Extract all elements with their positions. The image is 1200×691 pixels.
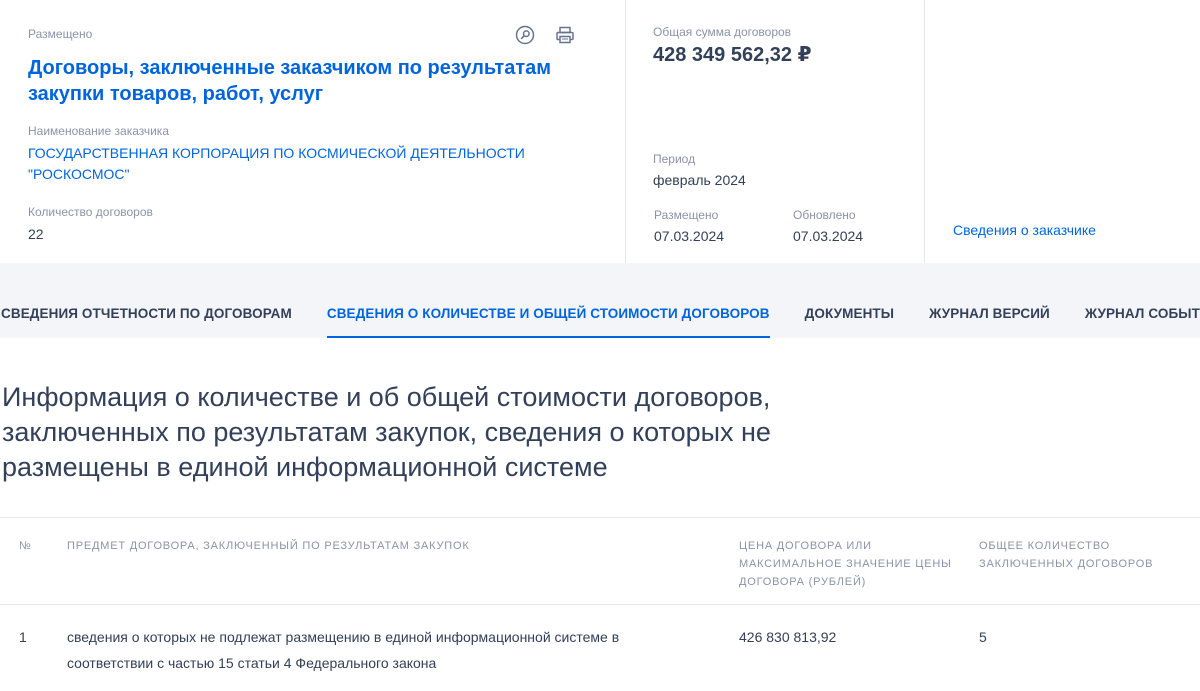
updated-date-label: Обновлено xyxy=(793,208,856,222)
notice-card: Размещено Договоры, заключенные заказчик… xyxy=(0,0,624,263)
tab-documents[interactable]: ДОКУМЕНТЫ xyxy=(805,306,894,338)
total-sum-label: Общая сумма договоров xyxy=(653,25,792,39)
tab-contract-reports[interactable]: СВЕДЕНИЯ ОТЧЕТНОСТИ ПО ДОГОВОРАМ xyxy=(1,306,292,338)
summary-card: Общая сумма договоров 428 349 562,32 ₽ П… xyxy=(625,0,923,263)
row-subject: сведения о которых не подлежат размещени… xyxy=(67,629,620,671)
tab-contract-count-cost[interactable]: СВЕДЕНИЯ О КОЛИЧЕСТВЕ И ОБЩЕЙ СТОИМОСТИ … xyxy=(326,306,770,338)
customer-name-link[interactable]: ГОСУДАРСТВЕННАЯ КОРПОРАЦИЯ ПО КОСМИЧЕСКО… xyxy=(28,143,548,185)
tab-version-log[interactable]: ЖУРНАЛ ВЕРСИЙ xyxy=(929,306,1050,338)
customer-info-link[interactable]: Сведения о заказчике xyxy=(953,222,1096,238)
card-actions xyxy=(514,24,576,46)
table-row: 1 сведения о которых не подлежат размеще… xyxy=(0,605,1200,685)
updated-date-value: 07.03.2024 xyxy=(793,228,864,244)
page-title[interactable]: Договоры, заключенные заказчиком по резу… xyxy=(28,55,588,107)
placed-date-label: Размещено xyxy=(654,208,719,222)
column-header-price: ЦЕНА ДОГОВОРА ИЛИ МАКСИМАЛЬНОЕ ЗНАЧЕНИЕ … xyxy=(739,540,952,588)
header-area: Размещено Договоры, заключенные заказчик… xyxy=(0,0,1200,263)
row-count: 5 xyxy=(979,629,987,645)
column-header-count: ОБЩЕЕ КОЛИЧЕСТВО ЗАКЛЮЧЕННЫХ ДОГОВОРОВ xyxy=(979,540,1154,570)
section-heading: Информация о количестве и об общей стоим… xyxy=(2,382,771,482)
contracts-table: № ПРЕДМЕТ ДОГОВОРА, ЗАКЛЮЧЕННЫЙ ПО РЕЗУЛ… xyxy=(0,517,1200,685)
period-label: Период xyxy=(653,152,696,166)
period-value: февраль 2024 xyxy=(653,172,746,188)
customer-label: Наименование заказчика xyxy=(28,124,169,138)
total-sum-value: 428 349 562,32 ₽ xyxy=(653,44,812,66)
column-header-subject: ПРЕДМЕТ ДОГОВОРА, ЗАКЛЮЧЕННЫЙ ПО РЕЗУЛЬТ… xyxy=(67,540,470,552)
row-price: 426 830 813,92 xyxy=(739,629,837,645)
column-header-number: № xyxy=(19,540,32,552)
table-header: № ПРЕДМЕТ ДОГОВОРА, ЗАКЛЮЧЕННЫЙ ПО РЕЗУЛ… xyxy=(0,517,1200,605)
placed-date-value: 07.03.2024 xyxy=(654,228,725,244)
contract-count-label: Количество договоров xyxy=(28,205,153,219)
customer-card: Сведения о заказчике xyxy=(924,0,1200,263)
print-icon[interactable] xyxy=(554,24,576,46)
row-number: 1 xyxy=(19,629,27,645)
tab-event-log[interactable]: ЖУРНАЛ СОБЫТИЙ xyxy=(1085,306,1200,338)
tab-bar: СВЕДЕНИЯ ОТЧЕТНОСТИ ПО ДОГОВОРАМ СВЕДЕНИ… xyxy=(0,263,1200,338)
search-icon[interactable] xyxy=(514,24,536,46)
contract-count-value: 22 xyxy=(28,226,44,242)
status-label: Размещено xyxy=(28,27,93,41)
